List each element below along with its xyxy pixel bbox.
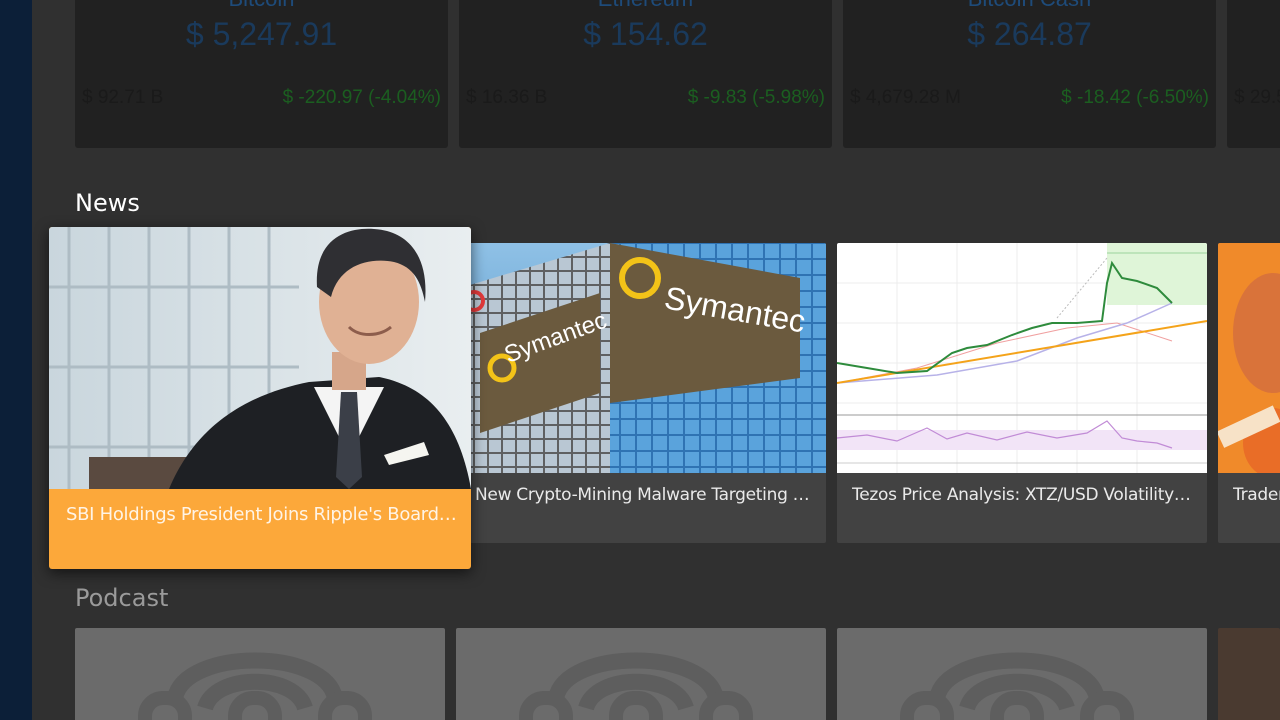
coin-name: Ethereum: [459, 0, 832, 8]
podcast-section-title: Podcast: [75, 584, 169, 612]
coin-change: $ -220.97 (-4.04%): [282, 87, 441, 108]
coin-name: Bitcoin Cash: [843, 0, 1216, 8]
news-headline: Traders: [1233, 485, 1280, 505]
podcast-card[interactable]: [1218, 628, 1280, 720]
news-card-sbi-holdings[interactable]: SBI Holdings President Joins Ripple's Bo…: [49, 227, 471, 569]
podcast-card[interactable]: [75, 628, 445, 720]
coin-card-bitcoin[interactable]: Bitcoin $ 5,247.91 $ 92.71 B $ -220.97 (…: [75, 0, 448, 148]
news-card-tezos[interactable]: Tezos Price Analysis: XTZ/USD Volatility…: [837, 243, 1207, 543]
coin-card-partial[interactable]: $ 29.5: [1227, 0, 1280, 148]
coin-change: $ -9.83 (-5.98%): [687, 87, 825, 108]
news-thumbnail-image: [1218, 243, 1280, 473]
coin-change: $ -18.42 (-6.50%): [1061, 87, 1209, 108]
news-thumbnail-image: Symantec Symantec: [460, 243, 826, 473]
podcast-logo-icon: [900, 652, 1134, 720]
coin-name: Bitcoin: [75, 0, 448, 8]
coin-card-bitcoin-cash[interactable]: Bitcoin Cash $ 264.87 $ 4,679.28 M $ -18…: [843, 0, 1216, 148]
coin-price: $ 5,247.91: [185, 16, 338, 52]
coin-card-ethereum[interactable]: Ethereum $ 154.62 $ 16.36 B $ -9.83 (-5.…: [459, 0, 832, 148]
news-headline: Tezos Price Analysis: XTZ/USD Volatility…: [852, 485, 1193, 505]
news-card-symantec[interactable]: Symantec Symantec New Crypto-Mining Malw…: [460, 243, 826, 543]
podcast-logo-icon: [519, 652, 753, 720]
news-thumbnail-image: [49, 227, 471, 489]
news-section-title: News: [75, 189, 140, 217]
news-thumbnail-image: [837, 243, 1207, 473]
news-headline: New Crypto-Mining Malware Targeting Asia…: [475, 485, 812, 505]
podcast-logo-icon: [138, 652, 372, 720]
podcast-card[interactable]: [837, 628, 1207, 720]
coin-market-cap: $ 92.71 B: [82, 87, 164, 108]
coin-market-cap: $ 29.5: [1234, 87, 1280, 108]
podcast-card[interactable]: [456, 628, 826, 720]
coin-price: $ 154.62: [583, 16, 708, 52]
coin-price: $ 264.87: [967, 16, 1092, 52]
side-nav-rail: [0, 0, 32, 720]
news-card-traders[interactable]: Traders: [1218, 243, 1280, 543]
coin-market-cap: $ 16.36 B: [466, 87, 548, 108]
news-headline: SBI Holdings President Joins Ripple's Bo…: [66, 504, 457, 525]
coin-market-cap: $ 4,679.28 M: [850, 87, 961, 108]
